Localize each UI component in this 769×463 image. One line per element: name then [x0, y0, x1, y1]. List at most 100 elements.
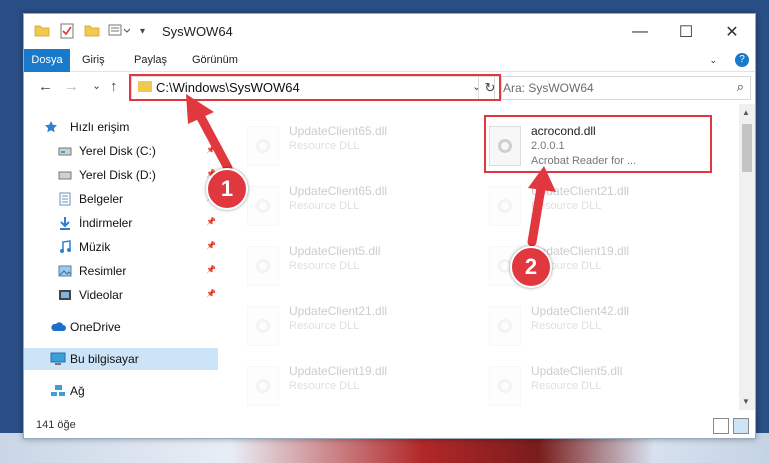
properties-icon[interactable] [60, 23, 74, 42]
file-type: Resource DLL [289, 260, 360, 272]
file-name: UpdateClient5.dll [289, 244, 381, 258]
file-item[interactable]: UpdateClient65.dll Resource DLL [247, 180, 457, 230]
pictures-icon [58, 264, 72, 278]
help-icon[interactable]: ? [735, 53, 749, 67]
sidebar-item-label: Müzik [79, 240, 111, 254]
file-name: UpdateClient19.dll [289, 364, 388, 378]
large-icons-view-icon[interactable] [733, 418, 749, 434]
customize-toolbar-icon[interactable]: ▾ [140, 26, 145, 37]
file-type: Resource DLL [289, 320, 360, 332]
close-button[interactable]: ✕ [709, 14, 755, 49]
sidebar-item-label: İndirmeler [79, 216, 133, 230]
navigation-bar: ← → ⌄ ↑ C:\Windows\SysWOW64 ⌄ ↻ Ara: Sys… [24, 72, 755, 104]
back-button[interactable]: ← [38, 78, 53, 95]
documents-icon [58, 192, 72, 206]
step-2-badge: 2 [510, 246, 552, 288]
dll-file-icon [489, 126, 521, 166]
expand-ribbon-icon[interactable]: ⌄ [697, 49, 729, 71]
address-bar[interactable]: C:\Windows\SysWOW64 ⌄ ↻ [131, 76, 502, 100]
sidebar-item-videos[interactable]: Videolar 📌 [24, 284, 218, 306]
file-item[interactable]: UpdateClient5.dll Resource DLL [247, 240, 457, 290]
sidebar-item-this-pc[interactable]: Bu bilgisayar [24, 348, 218, 370]
drive-icon [58, 168, 72, 182]
ribbon-tabs: Dosya Giriş Paylaş Görünüm ⌄ ? [24, 49, 755, 99]
view-options-icon[interactable] [108, 23, 131, 40]
scroll-thumb[interactable] [742, 124, 752, 172]
search-placeholder[interactable]: Ara: SysWOW64 [503, 81, 594, 95]
computer-icon [50, 352, 66, 366]
address-path[interactable]: C:\Windows\SysWOW64 [156, 80, 300, 95]
scroll-down-icon[interactable]: ▼ [742, 397, 750, 406]
file-item[interactable]: UpdateClient21.dll Resource DLL [247, 300, 457, 350]
dll-file-icon [247, 126, 279, 166]
dll-file-icon [489, 366, 521, 406]
file-name: UpdateClient21.dll [531, 184, 630, 198]
sidebar-item-onedrive[interactable]: OneDrive [24, 316, 218, 338]
item-count: 141 öğe [36, 419, 76, 431]
dll-file-icon [489, 186, 521, 226]
sidebar-item-pictures[interactable]: Resimler 📌 [24, 260, 218, 282]
file-name: acrocond.dll [531, 124, 596, 138]
title-bar: ▾ SysWOW64 — ☐ ✕ [24, 14, 755, 49]
sidebar-item-documents[interactable]: Belgeler 📌 [24, 188, 218, 210]
sidebar-item-music[interactable]: Müzik 📌 [24, 236, 218, 258]
star-icon [44, 120, 58, 134]
file-item[interactable]: UpdateClient21.dll Resource DLL [489, 180, 699, 230]
sidebar-item-drive-d[interactable]: Yerel Disk (D:) 📌 [24, 164, 218, 186]
recent-locations-button[interactable]: ⌄ [92, 79, 101, 92]
tab-share[interactable]: Paylaş [122, 49, 179, 71]
sidebar-item-drive-c[interactable]: Yerel Disk (C:) 📌 [24, 140, 218, 162]
file-type: Resource DLL [289, 140, 360, 152]
tab-view[interactable]: Görünüm [180, 49, 250, 71]
sidebar-item-quick-access[interactable]: Hızlı erişim [24, 116, 218, 138]
sidebar-item-label: Belgeler [79, 192, 124, 206]
network-icon [50, 384, 65, 398]
file-version: 2.0.0.1 [531, 140, 565, 152]
sidebar-item-label: Videolar [79, 288, 123, 302]
maximize-button[interactable]: ☐ [663, 14, 709, 49]
file-item[interactable]: UpdateClient65.dll Resource DLL [247, 120, 457, 170]
pin-icon: 📌 [206, 265, 216, 274]
pin-icon: 📌 [206, 217, 216, 226]
sidebar-item-label: Resimler [79, 264, 127, 278]
file-item-acrocond[interactable]: acrocond.dll 2.0.0.1 Acrobat Reader for … [489, 120, 699, 170]
dll-file-icon [247, 306, 279, 346]
details-view-icon[interactable] [713, 418, 729, 434]
file-type: Resource DLL [289, 380, 360, 392]
up-button[interactable]: ↑ [110, 78, 118, 95]
file-type: Resource DLL [531, 380, 602, 392]
folder-icon [138, 81, 152, 92]
scroll-up-icon[interactable]: ▲ [742, 108, 750, 117]
pin-icon: 📌 [206, 289, 216, 298]
dll-file-icon [247, 246, 279, 286]
file-item[interactable]: UpdateClient42.dll Resource DLL [489, 300, 699, 350]
sidebar-item-downloads[interactable]: İndirmeler 📌 [24, 212, 218, 234]
drive-icon [58, 144, 72, 158]
file-item[interactable]: UpdateClient5.dll Resource DLL [489, 360, 699, 410]
file-item[interactable]: UpdateClient19.dll Resource DLL [247, 360, 457, 410]
file-name: UpdateClient65.dll [289, 124, 388, 138]
file-explorer-window: ▾ SysWOW64 — ☐ ✕ Dosya Giriş Paylaş Görü… [23, 13, 756, 439]
vertical-scrollbar[interactable]: ▲ ▼ [739, 104, 755, 410]
navigation-pane: Hızlı erişim Yerel Disk (C:) 📌 Yerel Dis… [24, 104, 218, 410]
sidebar-item-network[interactable]: Ağ [24, 380, 218, 402]
search-box[interactable]: Ara: SysWOW64 ⌕ [494, 76, 751, 100]
pin-icon: 📌 [206, 241, 216, 250]
dll-file-icon [247, 366, 279, 406]
minimize-button[interactable]: — [617, 14, 663, 49]
file-type: Resource DLL [531, 200, 602, 212]
videos-icon [58, 288, 72, 302]
forward-button[interactable]: → [64, 78, 79, 95]
tab-home[interactable]: Giriş [70, 49, 117, 71]
file-name: UpdateClient65.dll [289, 184, 388, 198]
step-1-badge: 1 [206, 168, 248, 210]
status-bar: 141 öğe [24, 414, 755, 438]
music-icon [58, 240, 72, 254]
search-icon: ⌕ [736, 79, 744, 94]
file-type: Resource DLL [531, 320, 602, 332]
sidebar-item-label: Hızlı erişim [70, 120, 130, 134]
sidebar-item-label: Yerel Disk (C:) [79, 144, 156, 158]
window-title: SysWOW64 [162, 24, 233, 39]
new-folder-icon[interactable] [84, 23, 100, 40]
download-icon [58, 216, 72, 230]
